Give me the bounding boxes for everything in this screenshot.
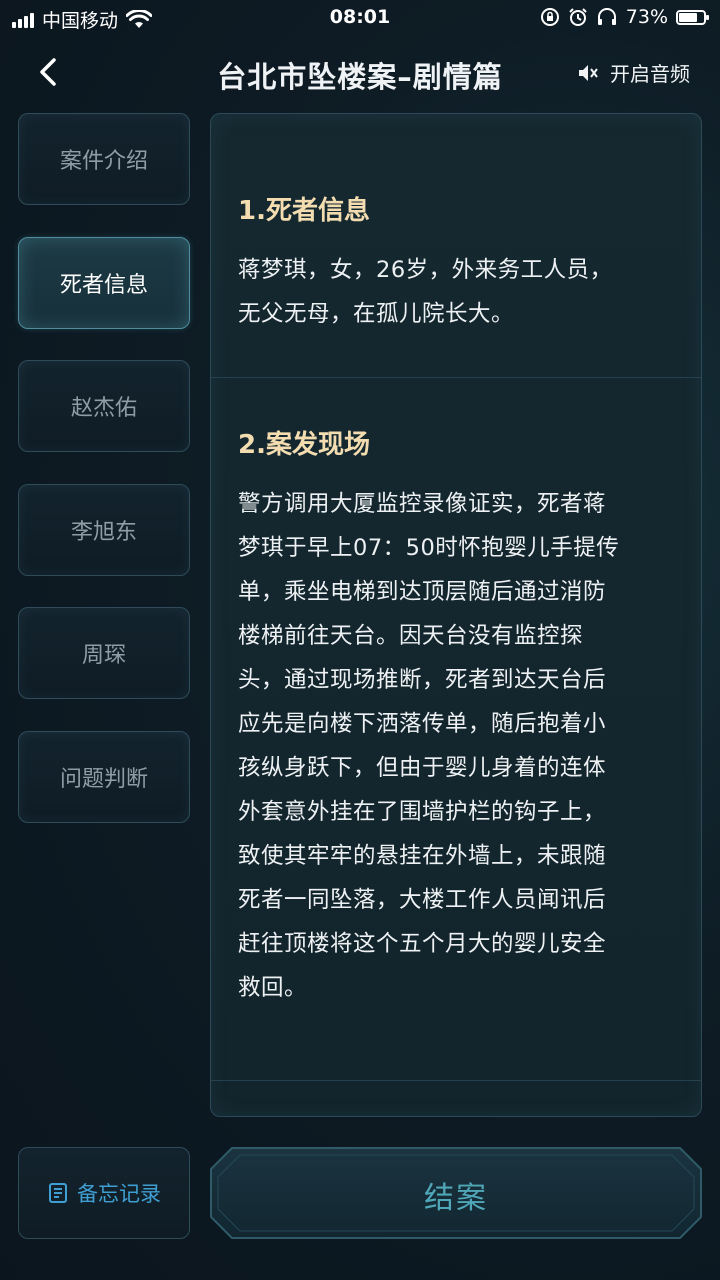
section-line: 孩纵身跃下，但由于婴儿身着的连体 (238, 755, 607, 781)
section-divider (211, 377, 701, 378)
section-line: 楼梯前往天台。因天台没有监控探 (238, 623, 584, 649)
battery-percent: 73% (625, 6, 668, 28)
crime-scene-section: 2.案发现场 警方调用大厦监控录像证实，死者蒋 梦琪于早上07：50时怀抱婴儿手… (238, 424, 678, 1010)
tab-label: 问题判断 (59, 767, 148, 792)
section-divider (211, 1080, 701, 1081)
section-line: 死者一同坠落，大楼工作人员闻讯后 (238, 887, 607, 913)
tab-zhao-jieyou[interactable]: 赵杰佑 (18, 360, 190, 452)
tab-victim-info[interactable]: 死者信息 (18, 237, 190, 329)
alarm-icon (569, 8, 587, 26)
section-heading: 1.死者信息 (238, 196, 370, 226)
tab-label: 周琛 (81, 643, 126, 668)
header: 台北市坠楼案–剧情篇 开启音频 (0, 44, 720, 104)
section-line: 应先是向楼下洒落传单，随后抱着小 (238, 711, 607, 737)
section-line: 致使其牢牢的悬挂在外墙上，未跟随 (238, 843, 607, 869)
tab-question-judgement[interactable]: 问题判断 (18, 731, 190, 823)
section-line: 救回。 (238, 975, 308, 1001)
section-line: 赶往顶楼将这个五个月大的婴儿安全 (238, 931, 607, 957)
tab-label: 李旭东 (70, 520, 137, 545)
section-line: 警方调用大厦监控录像证实，死者蒋 (238, 491, 607, 517)
section-line: 外套意外挂在了围墙护栏的钩子上， (238, 799, 607, 825)
tab-label: 案件介绍 (59, 149, 148, 174)
victim-info-section: 1.死者信息 蒋梦琪，女，26岁，外来务工人员， 无父无母，在孤儿院长大。 (238, 190, 678, 336)
battery-icon (676, 9, 709, 25)
memo-button[interactable]: 备忘记录 (18, 1147, 190, 1239)
section-line: 无父无母，在孤儿院长大。 (238, 301, 515, 327)
section-line: 蒋梦琪，女，26岁，外来务工人员， (238, 257, 613, 283)
tab-li-xudong[interactable]: 李旭东 (18, 484, 190, 576)
close-case-button[interactable]: 结案 (210, 1147, 702, 1239)
tab-zhou-chen[interactable]: 周琛 (18, 607, 190, 699)
audio-toggle-button[interactable]: 开启音频 (576, 58, 690, 87)
notes-icon (49, 1183, 67, 1203)
tab-case-intro[interactable]: 案件介绍 (18, 113, 190, 205)
section-line: 梦琪于早上07：50时怀抱婴儿手提传 (238, 535, 620, 561)
section-heading: 2.案发现场 (238, 430, 370, 460)
speaker-muted-icon (579, 64, 598, 81)
status-right: 73% (540, 6, 709, 28)
section-line: 单，乘坐电梯到达顶层随后通过消防 (238, 579, 607, 605)
headphones-icon (597, 8, 616, 25)
close-case-label: 结案 (424, 1181, 488, 1216)
tab-label: 死者信息 (59, 273, 148, 298)
tab-label: 赵杰佑 (70, 396, 137, 421)
section-line: 头，通过现场推断，死者到达天台后 (238, 667, 607, 693)
content-panel[interactable]: 1.死者信息 蒋梦琪，女，26岁，外来务工人员， 无父无母，在孤儿院长大。 2.… (210, 113, 702, 1117)
audio-label: 开启音频 (610, 62, 690, 86)
status-bar: 中国移动 08:01 73% (0, 0, 720, 36)
memo-label: 备忘记录 (77, 1182, 161, 1206)
orientation-lock-icon (540, 8, 559, 26)
